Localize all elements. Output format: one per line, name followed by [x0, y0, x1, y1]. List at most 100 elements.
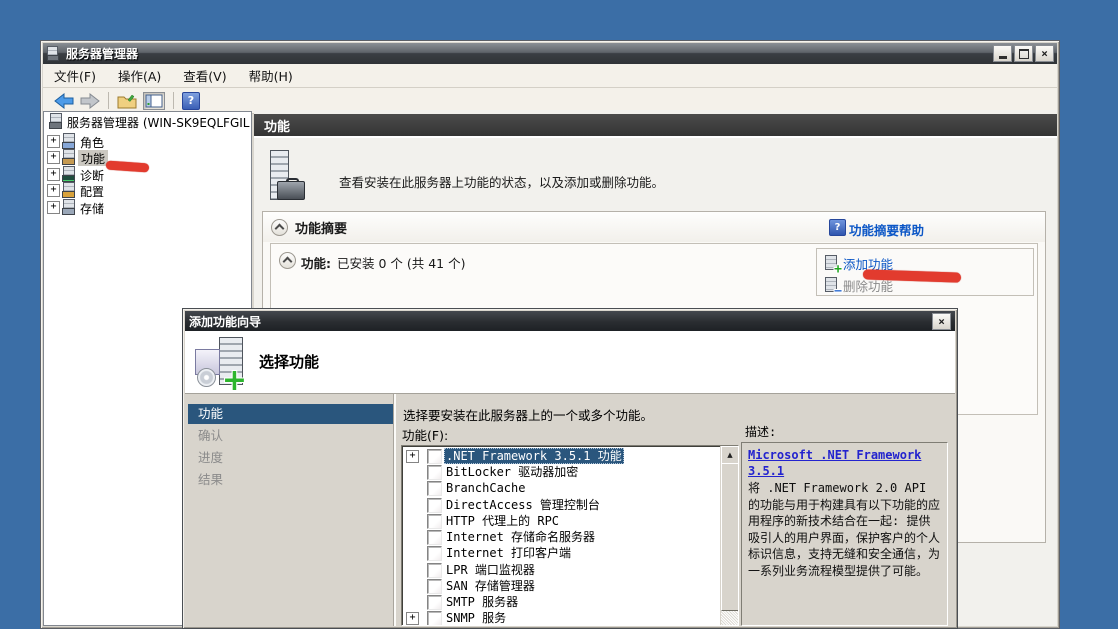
- wizard-nav-confirmation[interactable]: 确认: [188, 426, 396, 446]
- configuration-icon: [61, 182, 77, 198]
- expand-plus-icon[interactable]: +: [47, 201, 60, 214]
- collapse-chevron-icon[interactable]: [279, 252, 296, 269]
- menu-item-view[interactable]: 查看(V): [172, 63, 237, 88]
- feature-row[interactable]: Internet 打印客户端: [402, 545, 720, 561]
- wizard-nav-progress[interactable]: 进度: [188, 448, 396, 468]
- feature-row[interactable]: SMTP 服务器: [402, 594, 720, 610]
- checkbox[interactable]: [427, 465, 442, 480]
- feature-row[interactable]: SAN 存储管理器: [402, 578, 720, 594]
- tree-item-storage[interactable]: + 存储: [44, 199, 251, 216]
- scroll-up-button[interactable]: ▲: [721, 446, 739, 464]
- minimize-button[interactable]: [993, 45, 1012, 62]
- server-manager-node-icon: [48, 113, 64, 129]
- summary-title: 功能摘要: [295, 218, 347, 237]
- collapse-chevron-icon[interactable]: [271, 219, 288, 236]
- feature-label[interactable]: HTTP 代理上的 RPC: [446, 513, 559, 529]
- forward-arrow-icon: [80, 93, 100, 109]
- tree-root-server-manager[interactable]: 服务器管理器 (WIN-SK9EQLFGIL: [44, 113, 251, 130]
- checkbox[interactable]: [427, 514, 442, 529]
- tree-root-label: 服务器管理器 (WIN-SK9EQLFGIL: [67, 114, 249, 130]
- window-titlebar[interactable]: 服务器管理器 ×: [43, 43, 1057, 64]
- help-button[interactable]: ?: [182, 92, 200, 110]
- scroll-up-icon: ▲: [727, 451, 732, 459]
- description-framework-link[interactable]: Microsoft .NET Framework 3.5.1: [748, 447, 941, 479]
- features-summary-header: 功能摘要: [263, 212, 1045, 242]
- menu-item-file[interactable]: 文件(F): [43, 63, 107, 88]
- dialog-titlebar[interactable]: 添加功能向导 ×: [185, 311, 955, 331]
- feature-row[interactable]: + .NET Framework 3.5.1 功能: [402, 448, 720, 464]
- tree-item-roles[interactable]: + 角色: [44, 133, 251, 150]
- feature-row[interactable]: DirectAccess 管理控制台: [402, 497, 720, 513]
- maximize-icon: [1019, 49, 1029, 59]
- description-label: 描述:: [745, 423, 776, 440]
- feature-row[interactable]: BitLocker 驱动器加密: [402, 464, 720, 480]
- feature-label-selected[interactable]: .NET Framework 3.5.1 功能: [444, 448, 624, 464]
- expand-plus-icon[interactable]: +: [47, 168, 60, 181]
- open-folder-button[interactable]: [117, 93, 137, 109]
- checkbox[interactable]: [427, 546, 442, 561]
- feature-row[interactable]: HTTP 代理上的 RPC: [402, 513, 720, 529]
- panel-header-title: 功能: [264, 116, 290, 135]
- summary-help-icon: ?: [829, 219, 846, 236]
- menu-item-action[interactable]: 操作(A): [107, 63, 172, 88]
- expand-plus-icon[interactable]: +: [47, 184, 60, 197]
- feature-label[interactable]: DirectAccess 管理控制台: [446, 497, 600, 513]
- feature-label[interactable]: LPR 端口监视器: [446, 562, 535, 578]
- back-button[interactable]: [54, 93, 74, 109]
- feature-label[interactable]: SMTP 服务器: [446, 594, 518, 610]
- show-console-tree-button[interactable]: [143, 92, 165, 110]
- menu-item-help[interactable]: 帮助(H): [238, 63, 304, 88]
- feature-label[interactable]: BitLocker 驱动器加密: [446, 464, 578, 480]
- maximize-button[interactable]: [1014, 45, 1033, 62]
- features-count-label: 功能:: [301, 253, 331, 272]
- help-icon: ?: [182, 92, 200, 110]
- panel-header: 功能: [254, 114, 1057, 138]
- features-toolbox-icon: [268, 150, 306, 202]
- features-list-label: 功能(F):: [402, 425, 448, 444]
- tree-item-configuration[interactable]: + 配置: [44, 182, 251, 199]
- wizard-nav-features[interactable]: 功能: [188, 404, 396, 424]
- scrollbar-thumb[interactable]: [721, 463, 739, 611]
- features-listbox[interactable]: + .NET Framework 3.5.1 功能 BitLocker 驱动器加…: [401, 445, 739, 626]
- features-summary-help-link[interactable]: 功能摘要帮助: [849, 220, 924, 239]
- expand-plus-icon[interactable]: +: [47, 151, 60, 164]
- close-button[interactable]: ×: [1035, 45, 1054, 62]
- checkbox[interactable]: [427, 498, 442, 513]
- wizard-nav-results[interactable]: 结果: [188, 470, 396, 490]
- forward-button[interactable]: [80, 93, 100, 109]
- tree-item-label: 诊断: [80, 167, 104, 183]
- add-features-wizard-dialog: 添加功能向导 × + 选择功能 功能 确认 进度 结果 选择要安装在此服务器上的…: [182, 308, 958, 629]
- checkbox[interactable]: [427, 611, 442, 626]
- dialog-close-button[interactable]: ×: [932, 313, 951, 330]
- tree-item-label: 存储: [80, 200, 104, 216]
- feature-label[interactable]: BranchCache: [446, 480, 525, 496]
- checkbox[interactable]: [427, 563, 442, 578]
- feature-label[interactable]: SNMP 服务: [446, 610, 506, 626]
- dialog-title: 添加功能向导: [189, 313, 261, 330]
- tree-item-label: 配置: [80, 183, 104, 199]
- feature-row[interactable]: BranchCache: [402, 480, 720, 496]
- expand-plus-icon[interactable]: +: [47, 135, 60, 148]
- toolbar-separator: [108, 92, 109, 109]
- checkbox[interactable]: [427, 595, 442, 610]
- description-box: Microsoft .NET Framework 3.5.1 将 .NET Fr…: [741, 442, 948, 626]
- list-scrollbar[interactable]: ▲: [720, 446, 738, 625]
- feature-label[interactable]: Internet 存储命名服务器: [446, 529, 595, 545]
- checkbox[interactable]: [427, 449, 442, 464]
- expand-plus-icon[interactable]: +: [406, 450, 419, 463]
- feature-label[interactable]: SAN 存储管理器: [446, 578, 535, 594]
- back-arrow-icon: [54, 93, 74, 109]
- checkbox[interactable]: [427, 530, 442, 545]
- feature-row[interactable]: LPR 端口监视器: [402, 562, 720, 578]
- expand-plus-icon[interactable]: +: [406, 612, 419, 625]
- feature-row[interactable]: Internet 存储命名服务器: [402, 529, 720, 545]
- description-text: 将 .NET Framework 2.0 API 的功能与用于构建具有以下功能的…: [748, 480, 941, 579]
- feature-row[interactable]: + SNMP 服务: [402, 610, 720, 626]
- feature-label[interactable]: Internet 打印客户端: [446, 545, 571, 561]
- features-count-value: 已安装 0 个 (共 41 个): [337, 253, 465, 272]
- tree-item-label: 角色: [80, 134, 104, 150]
- checkbox[interactable]: [427, 579, 442, 594]
- dialog-heading: 选择功能: [259, 351, 319, 372]
- diagnostics-icon: [61, 166, 77, 182]
- checkbox[interactable]: [427, 481, 442, 496]
